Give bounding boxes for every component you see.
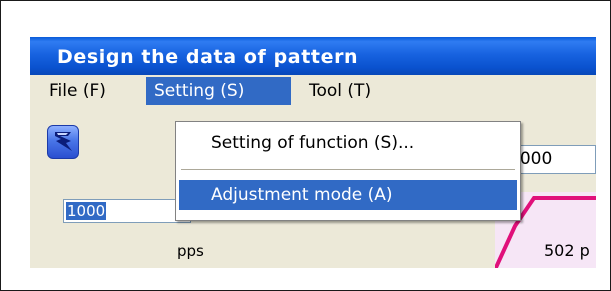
speed-input-value: 1000 xyxy=(66,202,107,220)
setting-dropdown-menu: Setting of function (S)... Adjustment mo… xyxy=(175,121,521,221)
menu-file[interactable]: File (F) xyxy=(41,77,114,105)
graph-label: 502 p xyxy=(544,241,590,260)
menu-item-setting-of-function[interactable]: Setting of function (S)... xyxy=(179,128,517,158)
speed-unit-label: pps xyxy=(177,242,204,260)
speed-input[interactable]: 1000 xyxy=(63,199,191,223)
menu-separator xyxy=(181,169,515,171)
menu-bar: File (F) Setting (S) Tool (T) xyxy=(30,75,596,107)
menu-item-adjustment-mode[interactable]: Adjustment mode (A) xyxy=(179,180,517,210)
menu-tool[interactable]: Tool (T) xyxy=(301,77,379,105)
lightning-bolt-icon[interactable] xyxy=(47,125,79,159)
application-window: Design the data of pattern File (F) Sett… xyxy=(30,37,596,268)
lightning-bolt-glyph xyxy=(55,132,72,151)
window-title: Design the data of pattern xyxy=(57,46,359,68)
menu-setting[interactable]: Setting (S) xyxy=(146,77,291,105)
title-bar[interactable]: Design the data of pattern xyxy=(30,37,596,75)
screenshot-frame: Design the data of pattern File (F) Sett… xyxy=(0,0,611,291)
